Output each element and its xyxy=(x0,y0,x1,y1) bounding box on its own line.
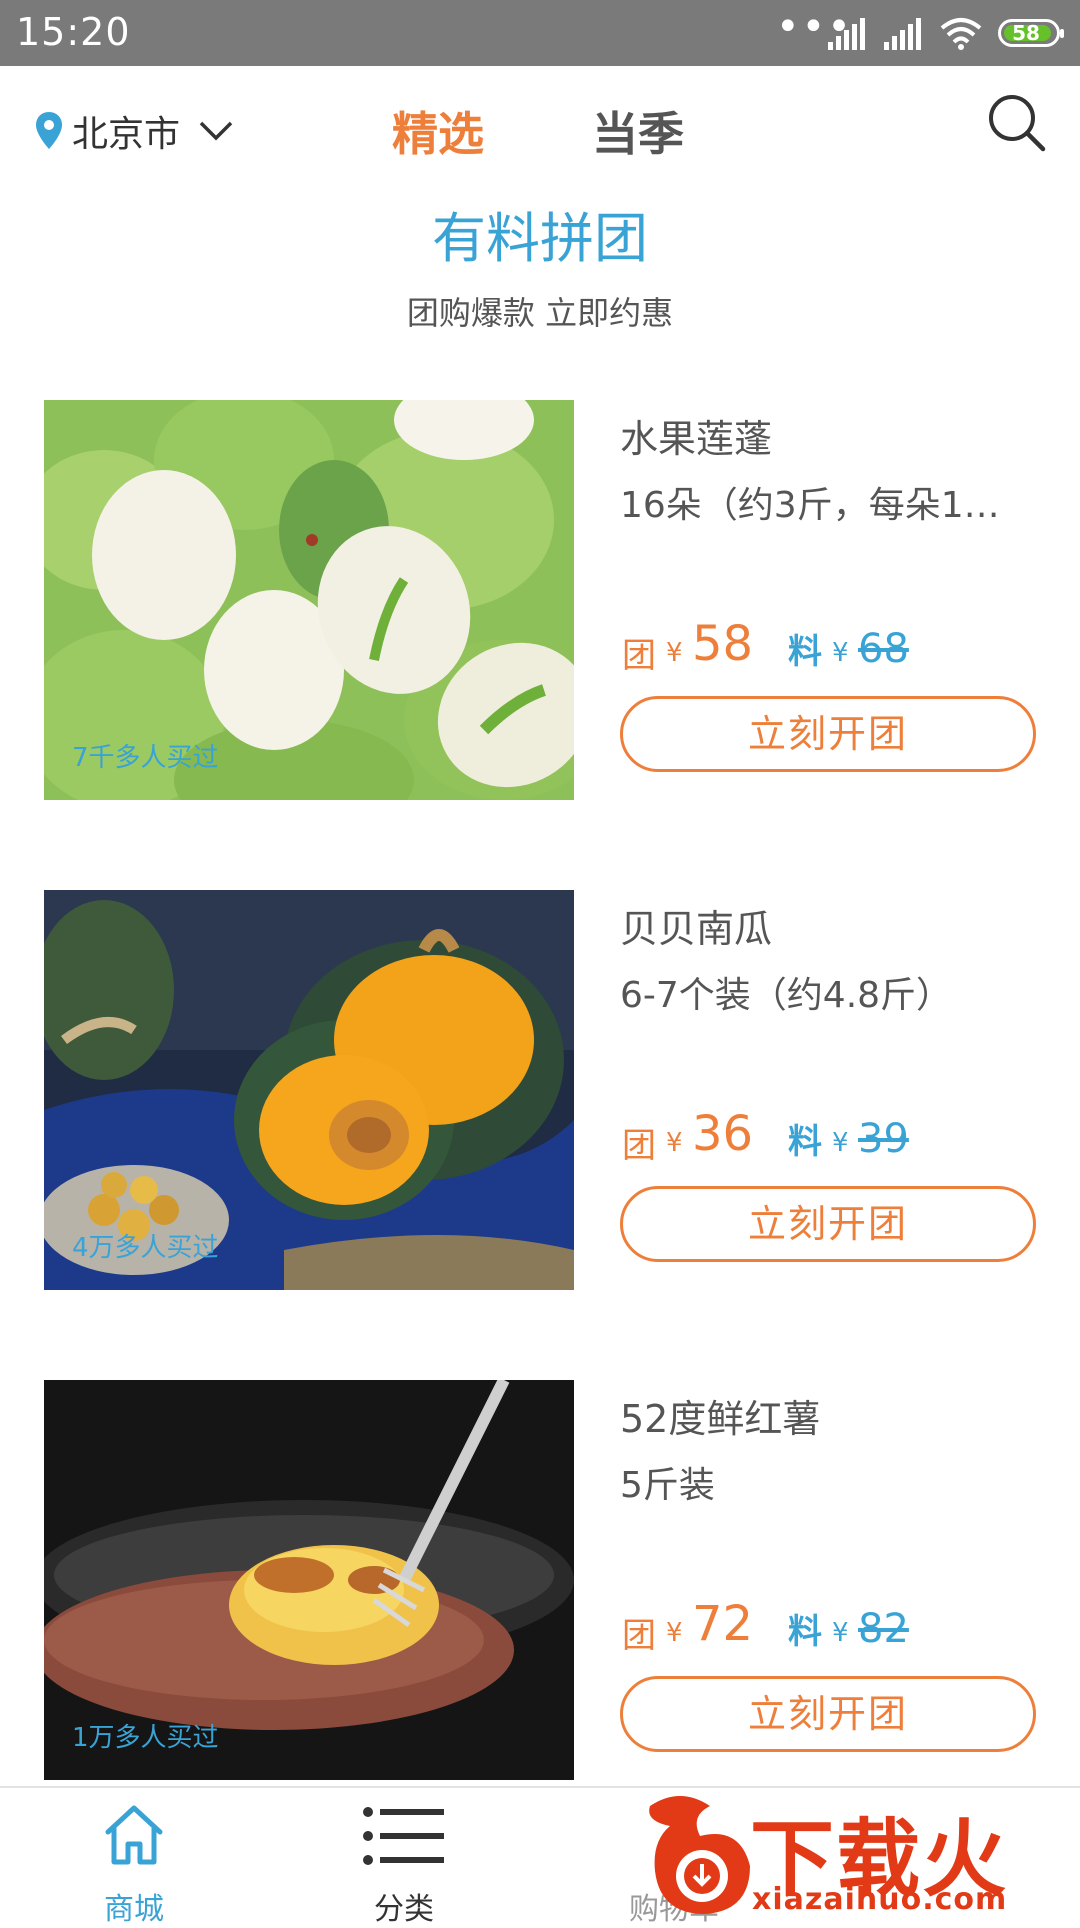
battery-level: 58 xyxy=(1012,21,1040,45)
group-tag: 团 xyxy=(622,1616,656,1656)
currency-symbol-original: ¥ xyxy=(832,1618,849,1648)
currency-symbol-original: ¥ xyxy=(832,1128,849,1158)
product-spec: 16朵（约3斤，每朵13-... xyxy=(620,485,1020,526)
currency-symbol: ¥ xyxy=(666,1618,683,1648)
currency-symbol-original: ¥ xyxy=(832,638,849,668)
price-row: 团 ¥ 58 料 ¥ 68 xyxy=(622,616,1022,676)
group-price: 72 xyxy=(692,1596,754,1652)
home-icon xyxy=(105,1805,163,1865)
location-pin-icon xyxy=(36,112,62,149)
chevron-down-icon xyxy=(199,121,233,141)
top-bar: 北京市 精选 当季 xyxy=(0,66,1080,194)
currency-symbol: ¥ xyxy=(666,638,683,668)
group-price: 36 xyxy=(692,1106,754,1162)
product-name[interactable]: 52度鲜红薯 xyxy=(620,1388,820,1443)
product-card[interactable]: 1万多人买过 52度鲜红薯 5斤装 团 ¥ 72 料 ¥ 82 立刻开团 xyxy=(0,1380,1080,1780)
tab-category-label: 分类 xyxy=(374,1892,434,1927)
original-tag: 料 xyxy=(788,632,822,672)
list-icon xyxy=(363,1807,444,1865)
sold-count: 1万多人买过 xyxy=(72,1723,219,1753)
tab-seasonal[interactable]: 当季 xyxy=(592,98,684,164)
original-price: 39 xyxy=(858,1116,909,1162)
original-price: 68 xyxy=(858,626,909,672)
wifi-icon xyxy=(940,18,982,50)
sold-count: 4万多人买过 xyxy=(72,1233,219,1263)
price-row: 团 ¥ 36 料 ¥ 39 xyxy=(622,1106,1022,1166)
product-spec: 6-7个装（约4.8斤） xyxy=(620,975,953,1016)
watermark-url: xiazaihuo.com xyxy=(752,1882,1008,1917)
location-selector[interactable]: 北京市 xyxy=(34,106,234,156)
product-image-sweet-potato[interactable]: 1万多人买过 xyxy=(44,1380,574,1780)
product-spec: 5斤装 xyxy=(620,1465,715,1506)
start-group-button[interactable]: 立刻开团 xyxy=(620,696,1036,772)
product-image-lotus[interactable]: 7千多人买过 xyxy=(44,400,574,800)
product-card[interactable]: 4万多人买过 贝贝南瓜 6-7个装（约4.8斤） 团 ¥ 36 料 ¥ 39 立… xyxy=(0,890,1080,1290)
original-tag: 料 xyxy=(788,1122,822,1162)
group-tag: 团 xyxy=(622,636,656,676)
city-label: 北京市 xyxy=(72,114,181,155)
tab-mall[interactable]: 商城 xyxy=(34,1788,234,1927)
flame-logo-icon xyxy=(649,1796,750,1914)
signal-icon xyxy=(828,18,865,50)
signal-icon-2 xyxy=(884,18,921,50)
search-icon[interactable] xyxy=(986,92,1046,152)
original-tag: 料 xyxy=(788,1612,822,1652)
tab-mall-label: 商城 xyxy=(104,1892,164,1927)
product-name[interactable]: 水果莲蓬 xyxy=(620,408,772,463)
section-subtitle: 团购爆款 立即约惠 xyxy=(406,294,674,332)
group-price: 58 xyxy=(692,616,754,672)
currency-symbol: ¥ xyxy=(666,1128,683,1158)
group-tag: 团 xyxy=(622,1126,656,1166)
battery-icon: 58 xyxy=(998,19,1064,47)
price-row: 团 ¥ 72 料 ¥ 82 xyxy=(622,1596,1022,1656)
product-card[interactable]: 7千多人买过 水果莲蓬 16朵（约3斤，每朵13-... 团 ¥ 58 料 ¥ … xyxy=(0,400,1080,800)
watermark-logo: 下载火 xiazaihuo.com xyxy=(640,1786,1080,1920)
tab-category[interactable]: 分类 xyxy=(304,1788,504,1927)
sold-count: 7千多人买过 xyxy=(72,743,219,773)
status-bar: 15:20 ••• 58 xyxy=(0,0,1080,66)
product-name[interactable]: 贝贝南瓜 xyxy=(620,898,772,953)
start-group-button[interactable]: 立刻开团 xyxy=(620,1186,1036,1262)
tab-featured[interactable]: 精选 xyxy=(392,98,484,164)
original-price: 82 xyxy=(858,1606,909,1652)
product-image-pumpkin[interactable]: 4万多人买过 xyxy=(44,890,574,1290)
start-group-button[interactable]: 立刻开团 xyxy=(620,1676,1036,1752)
status-time: 15:20 xyxy=(16,10,131,54)
section-title: 有料拼团 xyxy=(432,207,648,270)
